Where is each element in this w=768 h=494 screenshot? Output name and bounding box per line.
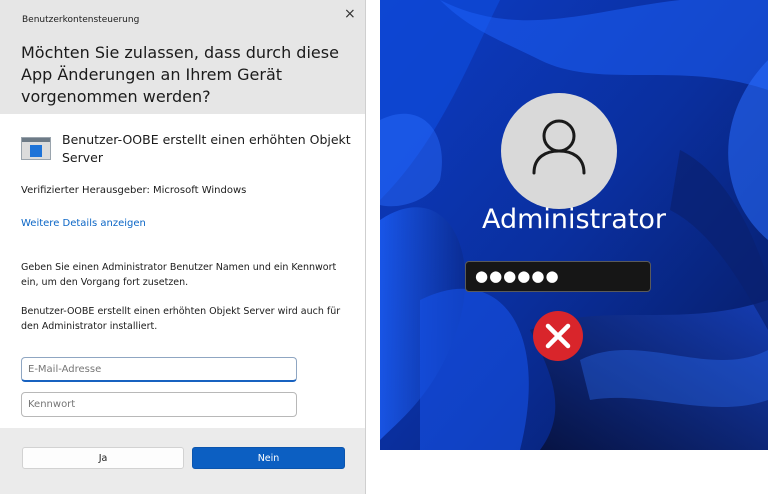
app-name: Benutzer-OOBE erstellt einen erhöhten Ob…	[62, 132, 351, 165]
uac-footer: Ja Nein	[0, 428, 365, 494]
email-field[interactable]	[21, 357, 297, 382]
yes-button[interactable]: Ja	[22, 447, 184, 469]
more-details-link[interactable]: Weitere Details anzeigen	[21, 218, 146, 229]
error-x-icon	[533, 311, 583, 361]
username-label: Administrator	[481, 204, 667, 235]
dialog-title: Benutzerkontensteuerung	[22, 15, 140, 25]
uac-dialog: Benutzerkontensteuerung × Möchten Sie zu…	[0, 0, 366, 494]
uac-header: Benutzerkontensteuerung × Möchten Sie zu…	[0, 0, 365, 114]
avatar	[501, 93, 617, 209]
close-icon[interactable]: ×	[344, 6, 356, 22]
lock-screen: Administrator ●●●●●●	[380, 0, 768, 450]
uac-question: Möchten Sie zulassen, dass durch diese A…	[21, 43, 339, 106]
user-icon	[532, 119, 586, 175]
install-note-text: Benutzer-OOBE erstellt einen erhöhten Ob…	[21, 306, 341, 332]
no-button[interactable]: Nein	[192, 447, 345, 469]
password-field[interactable]	[21, 392, 297, 417]
publisher-text: Verifizierter Herausgeber: Microsoft Win…	[21, 185, 247, 196]
lock-password-field[interactable]: ●●●●●●	[465, 261, 651, 292]
instruction-text: Geben Sie einen Administrator Benutzer N…	[21, 262, 337, 288]
app-window-icon	[21, 137, 51, 160]
